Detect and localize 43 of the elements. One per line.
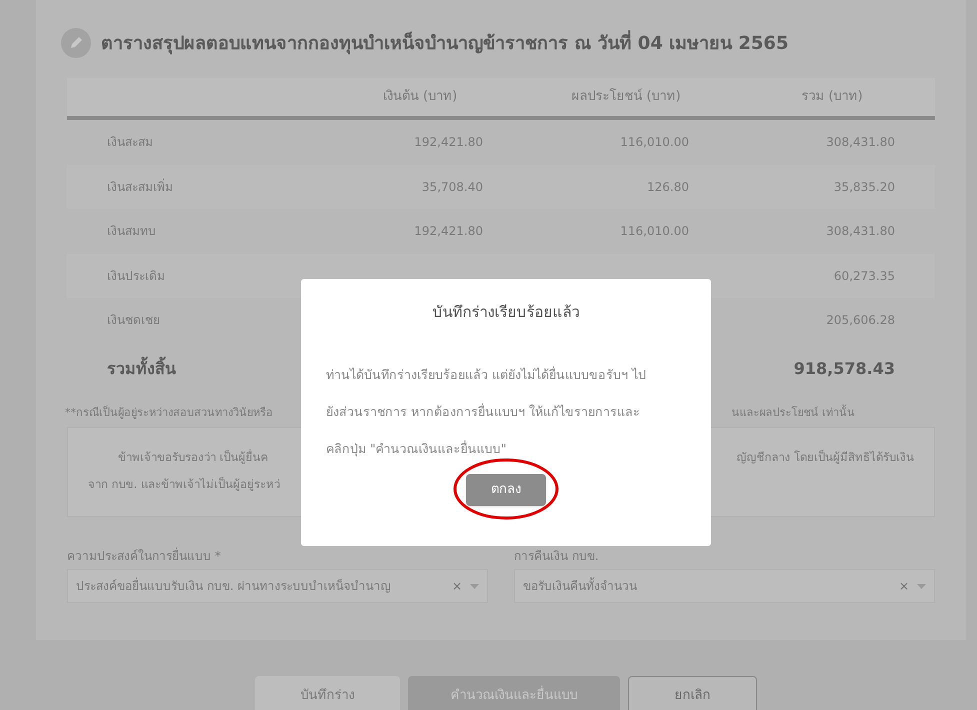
- certification-text: ญัญชีกลาง โดยเป็นผู้มีสิทธิได้รับเงิน: [736, 448, 914, 466]
- field-label: ความประสงค์ในการยื่นแบบ *: [67, 547, 222, 565]
- field-label: การคืนเงิน กบข.: [514, 548, 600, 565]
- dialog-message: ท่านได้บันทึกร่างเรียบร้อยแล้ว แต่ยังไม่ได้ยื่นแบบขอรับฯ ไป: [326, 365, 646, 384]
- pencil-icon: [61, 28, 91, 58]
- dialog-title: บันทึกร่างเรียบร้อยแล้ว: [432, 302, 580, 323]
- column-header: ผลประโยชน์ (บาท): [570, 87, 682, 106]
- table-cell-text: 192,421.80: [414, 134, 483, 152]
- select-field[interactable]: ประสงค์ขอยื่นแบบรับเงิน กบข. ผ่านทางระบบบำเหน็จบำนาญ ×: [67, 569, 488, 603]
- row-label: เงินสะสมเพิ่ม: [106, 178, 174, 196]
- certification-text: ข้าพเจ้าขอรับรองว่า เป็นผู้ยื่นค: [117, 448, 269, 466]
- clear-icon[interactable]: ×: [452, 577, 462, 595]
- caret-icon[interactable]: [470, 584, 479, 588]
- caret-icon[interactable]: [917, 584, 926, 588]
- table-cell-text: 192,421.80: [414, 223, 483, 240]
- note-text: **กรณีเป็นผู้อยู่ระหว่างสอบสวนทางวินัยหรือ: [65, 404, 273, 421]
- row-label: เงินประเดิม: [106, 268, 166, 285]
- action-button[interactable]: ยกเลิก: [628, 676, 757, 710]
- note-text: นและผลประโยชน์ เท่านั้น: [732, 404, 856, 420]
- table-cell-text: 205,606.28: [826, 312, 895, 330]
- table-cell-text: 35,835.20: [834, 178, 895, 196]
- action-button[interactable]: บันทึกร่าง: [255, 676, 400, 710]
- column-header: รวม (บาท): [800, 88, 864, 106]
- table-cell-text: 35,708.40: [422, 178, 483, 196]
- total-value: 918,578.43: [794, 358, 896, 380]
- clear-icon[interactable]: ×: [898, 577, 909, 595]
- row-label: เงินสะสม: [106, 134, 154, 152]
- table-cell-text: 126.80: [647, 178, 689, 196]
- table-cell-text: 308,431.80: [826, 134, 895, 152]
- certification-text: จาก กบข. และข้าพเจ้าไม่เป็นผู้อยู่ระหว่: [88, 477, 280, 491]
- table-title: ตารางสรุปผลตอบแทนจากกองทุนบำเหน็จบำนาญข้าราชการ ณ วันที่ 04 เมษายน 2565: [101, 30, 788, 56]
- total-label: รวมทั้งสิ้น: [106, 356, 176, 380]
- table-cell-text: 308,431.80: [826, 223, 895, 240]
- dialog-message: ยังส่วนราชการ หากต้องการยื่นแบบฯ ให้แก้ไขรายการและ: [326, 402, 641, 420]
- row-label: เงินชดเชย: [106, 312, 161, 330]
- select-field[interactable]: ขอรับเงินคืนทั้งจำนวน ×: [514, 569, 935, 603]
- row-label: เงินสมทบ: [106, 223, 157, 240]
- table-cell-text: 116,010.00: [620, 134, 689, 152]
- ok-button[interactable]: ตกลง: [466, 474, 546, 506]
- column-header: เงินต้น (บาท): [382, 88, 458, 106]
- dialog-message: คลิกปุ่ม "คำนวณเงินและยื่นแบบ": [326, 439, 508, 458]
- table-cell-text: 116,010.00: [620, 223, 689, 240]
- table-cell-text: 60,273.35: [834, 268, 895, 285]
